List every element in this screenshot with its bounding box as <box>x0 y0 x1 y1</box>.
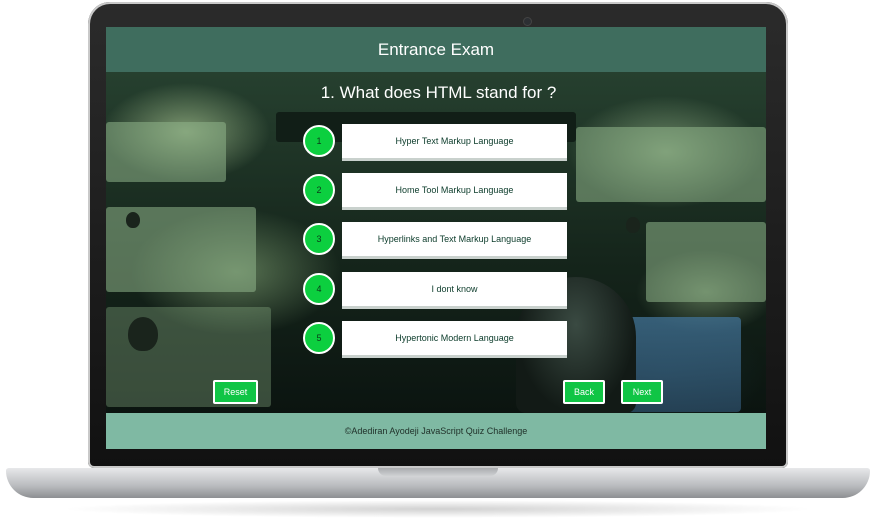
option-item-1[interactable]: 1 Hyper Text Markup Language <box>303 124 568 161</box>
apple-logo-icon <box>626 217 640 233</box>
apple-logo-icon <box>128 317 158 351</box>
option-button[interactable]: Home Tool Markup Language <box>342 173 567 210</box>
option-item-2[interactable]: 2 Home Tool Markup Language <box>303 173 568 210</box>
camera-icon <box>523 17 532 26</box>
question-text: 1. What does HTML stand for ? <box>320 83 557 102</box>
next-button[interactable]: Next <box>621 380 663 404</box>
reset-button[interactable]: Reset <box>213 380 258 404</box>
option-item-3[interactable]: 3 Hyperlinks and Text Markup Language <box>303 222 568 259</box>
page-title: Entrance Exam <box>377 39 495 59</box>
back-button[interactable]: Back <box>563 380 605 404</box>
laptop-shadow <box>60 500 816 518</box>
option-number-badge: 5 <box>303 322 335 354</box>
footer-text: ©Adediran Ayodeji JavaScript Quiz Challe… <box>344 426 528 436</box>
apple-logo-icon <box>126 212 140 228</box>
background-monitor <box>646 222 766 302</box>
option-number-badge: 1 <box>303 125 335 157</box>
background-monitor <box>106 122 226 182</box>
option-button[interactable]: Hyper Text Markup Language <box>342 124 567 161</box>
option-button[interactable]: Hypertonic Modern Language <box>342 321 567 358</box>
option-number-badge: 2 <box>303 174 335 206</box>
option-item-5[interactable]: 5 Hypertonic Modern Language <box>303 321 568 358</box>
background-monitor <box>576 127 766 202</box>
app-footer: ©Adediran Ayodeji JavaScript Quiz Challe… <box>106 413 766 449</box>
option-button[interactable]: I dont know <box>342 272 567 309</box>
option-number-badge: 4 <box>303 273 335 305</box>
app-header: Entrance Exam <box>106 27 766 72</box>
quiz-app-screen: Entrance Exam 1. What does HTML stand fo… <box>106 27 766 449</box>
option-number-badge: 3 <box>303 223 335 255</box>
laptop-notch <box>378 468 498 476</box>
option-button[interactable]: Hyperlinks and Text Markup Language <box>342 222 567 259</box>
option-item-4[interactable]: 4 I dont know <box>303 272 568 309</box>
